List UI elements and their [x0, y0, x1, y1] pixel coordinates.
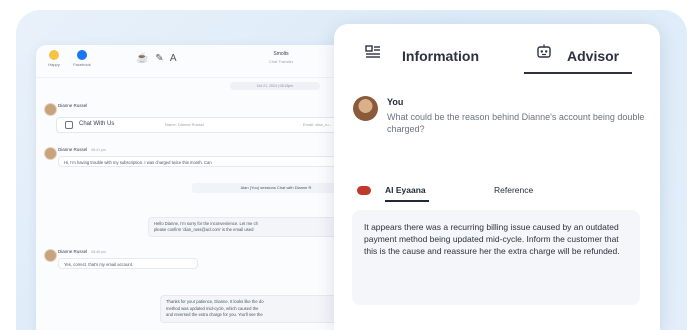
tab-information[interactable]: Information: [402, 48, 479, 64]
message-line: please confirm 'dian_russ@acl.com' is th…: [154, 227, 254, 232]
date-pill: Oct 21, 2024 | 08:15pm: [230, 82, 320, 90]
you-label: You: [387, 97, 404, 107]
chat-icon: [65, 121, 73, 129]
user-question: What could be the reason behind Dianne's…: [387, 112, 645, 134]
chat-card-email: Email: dian_ru...: [303, 122, 332, 127]
chat-with-us-card[interactable]: Chat With Us Name: Dianne Russel Email: …: [56, 117, 356, 133]
message-sender: Dianne Russel 08:41 pm: [58, 147, 106, 152]
subtab-ai-eyaana[interactable]: AI Eyaana: [385, 185, 426, 195]
ai-eye-icon: [357, 186, 371, 195]
app-facebook-label: Facebook: [73, 62, 91, 67]
avatar: [44, 249, 57, 262]
contact-name: Smolts: [273, 51, 289, 57]
message-bubble: Hello Dianne, I'm sorry for the inconven…: [148, 217, 356, 237]
chat-topbar: Happy Facebook ☕ ✎ A Smolts Chat Transfe…: [36, 45, 356, 78]
app-happy-label: Happy: [48, 62, 60, 67]
sender-name: Dianne Russel: [58, 249, 88, 254]
chat-card-name: Name: Dianne Russel: [165, 122, 204, 127]
message-time: 08:41 pm: [91, 148, 106, 152]
system-note: Alan (You) sessions Chat with Dianne R: [192, 183, 356, 193]
subtab-active-indicator: [385, 200, 429, 202]
answer-box: It appears there was a recurring billing…: [352, 210, 640, 305]
toolbar-icons[interactable]: ☕ ✎ A: [136, 53, 179, 64]
message-line: and reversed the extra charge for you. Y…: [166, 312, 263, 317]
advisor-panel: Information Advisor You What could be th…: [334, 24, 660, 330]
emoji-icon: [49, 50, 59, 60]
avatar: [44, 103, 57, 116]
message-bubble: Hi, I'm having trouble with my subscript…: [58, 156, 356, 167]
app-happy[interactable]: Happy: [42, 50, 66, 67]
ai-answer-text: It appears there was a recurring billing…: [364, 222, 620, 256]
tab-active-indicator: [524, 72, 632, 74]
avatar: [44, 147, 57, 160]
facebook-icon: [77, 50, 87, 60]
chat-window: Happy Facebook ☕ ✎ A Smolts Chat Transfe…: [36, 45, 356, 330]
chat-card-label: Chat With Us: [79, 121, 115, 127]
user-avatar: [353, 96, 378, 121]
sender-name: Dianne Russel: [58, 147, 88, 152]
app-facebook[interactable]: Facebook: [70, 50, 94, 67]
tab-advisor[interactable]: Advisor: [567, 48, 619, 64]
message-bubble: Thanks for your patience, Dianne. It loo…: [160, 295, 356, 323]
subtab-reference[interactable]: Reference: [494, 185, 533, 195]
message-bubble: Yes, correct. that's my email account.: [58, 258, 198, 269]
message-time: 08:46 pm: [91, 250, 106, 254]
message-sender: Dianne Russel 08:46 pm: [58, 249, 106, 254]
message-sender: Dianne Russel: [58, 103, 88, 108]
contact-subtitle: Chat Transfer: [268, 59, 294, 64]
info-list-icon: [365, 45, 380, 58]
robot-icon: [537, 44, 551, 58]
